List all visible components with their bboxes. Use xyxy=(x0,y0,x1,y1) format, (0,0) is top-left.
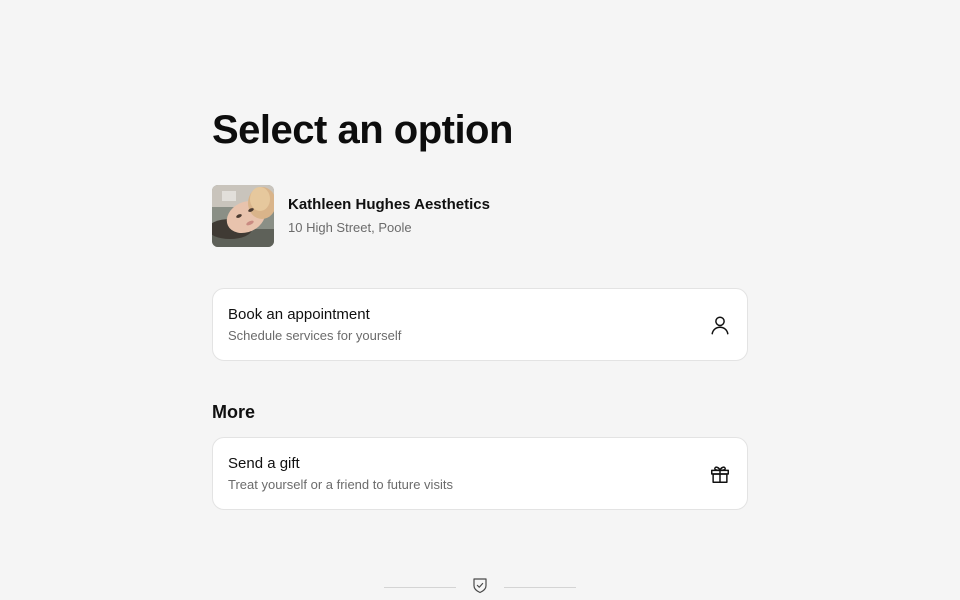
main-content: Select an option Kathleen Hughes Aesthet… xyxy=(212,104,748,510)
gift-icon xyxy=(708,462,732,486)
secure-footer xyxy=(384,576,576,598)
page-title: Select an option xyxy=(212,108,513,152)
send-gift-subtitle: Treat yourself or a friend to future vis… xyxy=(228,476,453,492)
footer-divider-right xyxy=(504,586,576,588)
send-gift-title: Send a gift xyxy=(228,454,300,472)
page: Select an option Kathleen Hughes Aesthet… xyxy=(0,0,960,600)
footer-divider-left xyxy=(384,586,456,588)
venue-info: Kathleen Hughes Aesthetics 10 High Stree… xyxy=(288,195,490,237)
venue-photo xyxy=(212,185,274,247)
venue-avatar xyxy=(212,185,274,247)
book-appointment-subtitle: Schedule services for yourself xyxy=(228,327,402,343)
venue-address: 10 High Street, Poole xyxy=(288,220,412,235)
shield-check-icon xyxy=(471,576,489,599)
book-appointment-option[interactable]: Book an appointment Schedule services fo… xyxy=(212,288,748,361)
venue-summary: Kathleen Hughes Aesthetics 10 High Stree… xyxy=(212,185,748,247)
user-icon xyxy=(708,313,732,337)
venue-name: Kathleen Hughes Aesthetics xyxy=(288,196,490,213)
more-heading: More xyxy=(212,402,256,422)
send-gift-text: Send a gift Treat yourself or a friend t… xyxy=(228,454,453,494)
send-gift-option[interactable]: Send a gift Treat yourself or a friend t… xyxy=(212,437,748,510)
book-appointment-title: Book an appointment xyxy=(228,305,370,323)
book-appointment-text: Book an appointment Schedule services fo… xyxy=(228,305,401,345)
